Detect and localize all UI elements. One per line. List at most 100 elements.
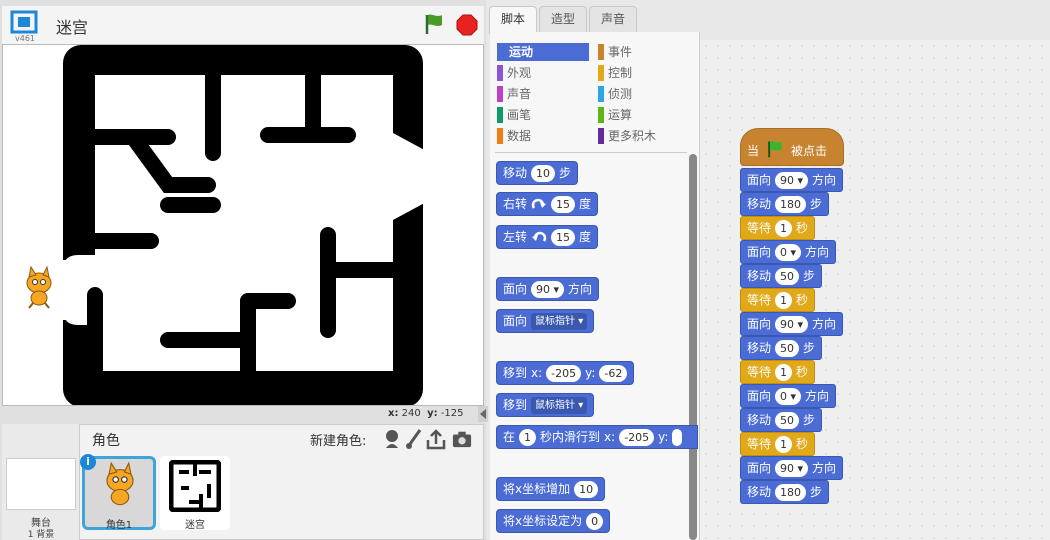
block-wait[interactable]: 等待 1 秒 (740, 288, 816, 312)
category-motion[interactable]: 运动 (497, 43, 589, 61)
block-point-direction[interactable]: 面向 90 ▾ 方向 (740, 312, 844, 336)
block-input[interactable]: 15 (551, 228, 576, 246)
camera-icon[interactable] (452, 428, 472, 450)
palette-divider (495, 152, 687, 153)
block-dropdown[interactable]: 鼠标指针 ▾ (531, 396, 588, 414)
category-data[interactable]: 数据 (497, 127, 531, 145)
block-point-direction[interactable]: 面向 90 ▾ 方向 (740, 456, 844, 480)
block-input[interactable]: 50 (775, 411, 800, 429)
block-move-steps[interactable]: 移动 50 步 (740, 264, 823, 288)
category-more-blocks[interactable]: 更多积木 (598, 127, 656, 145)
stop-icon[interactable] (456, 14, 478, 36)
category-sound[interactable]: 声音 (497, 85, 531, 103)
block-input[interactable]: 1 (775, 363, 793, 381)
cat-sprite[interactable] (19, 265, 59, 309)
block-input[interactable]: 0 (586, 512, 604, 530)
block-input[interactable]: 0 ▾ (775, 387, 802, 405)
block-dropdown[interactable]: 鼠标指针 ▾ (531, 312, 588, 330)
block-turn-left[interactable]: 左转 15 度 (496, 225, 599, 249)
block-text: 秒 (796, 365, 809, 379)
x-value: 240 (401, 408, 421, 419)
category-control[interactable]: 控制 (598, 64, 632, 82)
block-move-steps[interactable]: 移动 50 步 (740, 336, 823, 360)
block-point-direction[interactable]: 面向 90 ▾ 方向 (740, 168, 844, 192)
block-input-value: 1 (780, 437, 788, 451)
block-input[interactable]: 1 (775, 291, 793, 309)
upload-icon[interactable] (426, 428, 446, 450)
fullscreen-icon[interactable] (10, 10, 38, 34)
block-when-flag-clicked[interactable]: 当 被点击 (740, 128, 844, 166)
block-input[interactable]: 90 ▾ (531, 280, 565, 298)
tab-sounds[interactable]: 声音 (589, 6, 637, 32)
stage-canvas[interactable] (2, 44, 484, 406)
block-move-steps[interactable]: 移动 10 步 (496, 161, 579, 185)
block-input[interactable]: 180 (775, 483, 807, 501)
block-input-value: 180 (780, 485, 802, 499)
block-input[interactable]: 180 (775, 195, 807, 213)
stage-thumbnail[interactable] (6, 458, 76, 510)
category-looks[interactable]: 外观 (497, 64, 531, 82)
block-dropdown-value: 鼠标指针 (535, 399, 576, 411)
block-text: 面向 (503, 314, 528, 328)
block-input[interactable]: 90 ▾ (775, 315, 809, 333)
category-sensing[interactable]: 侦测 (598, 85, 632, 103)
block-text: 方向 (812, 173, 837, 187)
block-point-direction[interactable]: 面向 0 ▾ 方向 (740, 240, 837, 264)
tab-scripts[interactable]: 脚本 (489, 6, 537, 34)
block-glide[interactable]: 在 1 秒内滑行到 x: -205 y: (496, 425, 698, 449)
palette-scrollbar[interactable] (689, 154, 697, 540)
block-input[interactable]: 10 (574, 480, 599, 498)
block-wait[interactable]: 等待 1 秒 (740, 432, 816, 456)
block-move-steps[interactable]: 移动 180 步 (740, 480, 830, 504)
block-input[interactable]: 15 (551, 195, 576, 213)
block-dropdown-value: 鼠标指针 (535, 315, 576, 327)
block-text: 移动 (747, 197, 772, 211)
green-flag-icon[interactable] (422, 12, 446, 36)
block-text: 左转 (503, 230, 528, 244)
block-point-towards[interactable]: 面向 鼠标指针 ▾ (496, 309, 595, 333)
block-text: x: (531, 366, 543, 380)
block-input[interactable]: 0 ▾ (775, 243, 802, 261)
collapse-stage-button[interactable] (478, 406, 488, 422)
block-input[interactable]: -205 (619, 428, 655, 446)
block-input-value: 1 (780, 293, 788, 307)
info-icon[interactable]: i (80, 454, 96, 470)
block-input[interactable]: 10 (531, 164, 556, 182)
block-move-steps[interactable]: 移动 180 步 (740, 192, 830, 216)
block-wait[interactable]: 等待 1 秒 (740, 360, 816, 384)
block-input[interactable]: 90 ▾ (775, 171, 809, 189)
block-input[interactable]: 1 (519, 428, 537, 446)
block-input[interactable]: 90 ▾ (775, 459, 809, 477)
version-label: v461 (15, 34, 36, 43)
block-input[interactable]: -205 (546, 364, 582, 382)
block-text: 步 (803, 413, 816, 427)
block-input[interactable]: 1 (775, 219, 793, 237)
category-operators[interactable]: 运算 (598, 106, 632, 124)
block-text: 移动 (747, 269, 772, 283)
block-input[interactable]: 50 (775, 267, 800, 285)
block-input-value: 1 (780, 221, 788, 235)
block-change-x[interactable]: 将x坐标增加 10 (496, 477, 606, 501)
block-input[interactable]: -62 (599, 364, 628, 382)
tab-costumes[interactable]: 造型 (539, 6, 587, 32)
block-text: 度 (579, 197, 592, 211)
rotate-clockwise-icon (531, 198, 547, 209)
category-events[interactable]: 事件 (598, 43, 632, 61)
block-point-direction[interactable]: 面向 90 ▾ 方向 (496, 277, 600, 301)
block-point-direction[interactable]: 面向 0 ▾ 方向 (740, 384, 837, 408)
block-goto-xy[interactable]: 移到 x: -205 y: -62 (496, 361, 635, 385)
block-turn-right[interactable]: 右转 15 度 (496, 192, 599, 216)
green-flag-icon (768, 141, 782, 158)
block-text: y: (585, 366, 596, 380)
block-wait[interactable]: 等待 1 秒 (740, 216, 816, 240)
sprite-library-icon[interactable] (382, 428, 402, 450)
block-goto[interactable]: 移到 鼠标指针 ▾ (496, 393, 595, 417)
block-move-steps[interactable]: 移动 50 步 (740, 408, 823, 432)
block-set-x[interactable]: 将x坐标设定为 0 (496, 509, 611, 533)
block-input[interactable] (672, 428, 683, 446)
block-text: 面向 (747, 461, 772, 475)
block-input[interactable]: 1 (775, 435, 793, 453)
category-pen[interactable]: 画笔 (497, 106, 531, 124)
block-input[interactable]: 50 (775, 339, 800, 357)
paintbrush-icon[interactable] (404, 428, 424, 450)
